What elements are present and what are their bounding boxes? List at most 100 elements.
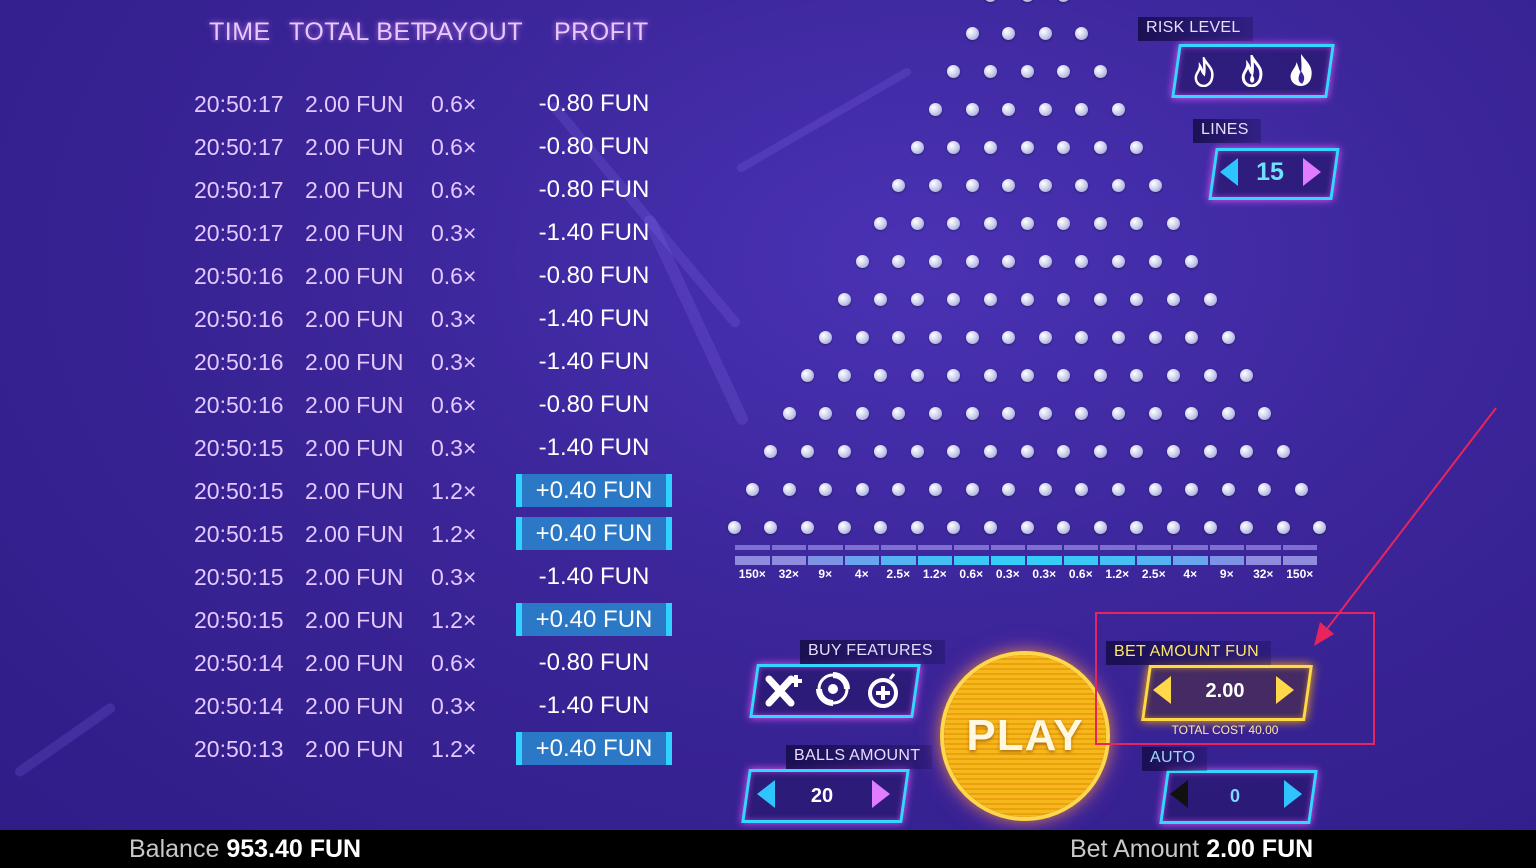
peg (892, 178, 906, 192)
peg (1240, 520, 1254, 534)
annotation-arrow-icon (1314, 407, 1497, 646)
peg (1002, 254, 1016, 268)
flame-high-icon[interactable] (1285, 52, 1317, 93)
flame-medium-icon[interactable] (1237, 51, 1267, 92)
footer-bet-value: 2.00 FUN (1206, 835, 1314, 863)
peg (1093, 520, 1107, 534)
peg (910, 444, 924, 458)
peg (1038, 26, 1052, 40)
lines-increase-button[interactable] (1303, 158, 1321, 186)
peg (910, 140, 924, 154)
peg (1166, 444, 1180, 458)
play-label: PLAY (966, 711, 1084, 760)
peg (1093, 444, 1107, 458)
peg (1038, 406, 1052, 420)
history-time: 20:50:15 (194, 564, 284, 590)
multiplier-bucket: 0.3× (1027, 545, 1062, 581)
peg (1057, 0, 1071, 2)
peg (1038, 178, 1052, 192)
bucket-top (1100, 545, 1135, 550)
peg (1221, 482, 1235, 496)
balance-label: Balance (129, 835, 220, 863)
history-time: 20:50:15 (194, 435, 284, 461)
peg (1038, 482, 1052, 496)
peg (1038, 254, 1052, 268)
lines-decrease-button[interactable] (1220, 158, 1238, 186)
peg (1002, 482, 1016, 496)
multiplier-bucket: 1.2× (917, 545, 952, 581)
peg (1166, 292, 1180, 306)
history-row: 20:50:16 2.00 FUN 0.3× -1.40 FUN (0, 343, 700, 386)
bucket-bar (1100, 556, 1135, 565)
peg (1221, 330, 1235, 344)
peg (855, 254, 869, 268)
history-bet: 2.00 FUN (305, 521, 404, 547)
history-profit: -0.80 FUN (538, 90, 650, 117)
auto-decrease-button[interactable] (1170, 780, 1188, 808)
peg (929, 482, 942, 496)
peg (1148, 254, 1162, 268)
history-payout: 0.3× (431, 220, 477, 246)
history-bet: 2.00 FUN (305, 263, 404, 289)
history-time: 20:50:14 (194, 650, 284, 676)
history-profit: -1.40 FUN (538, 348, 650, 375)
peg (1093, 368, 1107, 382)
history-time: 20:50:16 (194, 263, 284, 289)
bucket-top (1027, 545, 1062, 550)
flame-low-icon[interactable] (1190, 54, 1218, 92)
peg (983, 140, 997, 154)
history-payout: 0.6× (431, 392, 477, 418)
peg (764, 520, 778, 534)
bomb-feature-icon[interactable] (866, 671, 902, 714)
history-time: 20:50:16 (194, 306, 284, 332)
peg (1112, 406, 1125, 420)
history-time: 20:50:15 (194, 607, 284, 633)
balls-increase-button[interactable] (872, 780, 890, 808)
peg (1020, 520, 1034, 534)
history-payout: 0.6× (431, 650, 477, 676)
history-time: 20:50:14 (194, 693, 284, 719)
peg (1112, 482, 1125, 496)
peg (1020, 292, 1034, 306)
bucket-top (808, 545, 843, 550)
history-row: 20:50:15 2.00 FUN 0.3× -1.40 FUN (0, 429, 700, 472)
history-payout: 1.2× (431, 607, 477, 633)
bucket-bar (954, 556, 989, 565)
peg (819, 330, 833, 344)
auto-increase-button[interactable] (1284, 780, 1302, 808)
peg (1166, 520, 1180, 534)
peg (1020, 140, 1034, 154)
peg (1057, 216, 1071, 230)
history-bet: 2.00 FUN (305, 306, 404, 332)
spin-feature-icon[interactable] (815, 671, 851, 712)
peg (782, 482, 796, 496)
history-profit: +0.40 FUN (516, 517, 672, 550)
multiplier-feature-icon[interactable] (765, 673, 803, 712)
history-row: 20:50:16 2.00 FUN 0.6× -0.80 FUN (0, 386, 700, 429)
peg (1185, 406, 1199, 420)
bucket-top (917, 545, 952, 550)
peg (1148, 482, 1162, 496)
history-row: 20:50:14 2.00 FUN 0.6× -0.80 FUN (0, 644, 700, 687)
peg (1148, 330, 1162, 344)
history-payout: 0.6× (431, 134, 477, 160)
peg (1057, 140, 1071, 154)
multiplier-bucket: 2.5× (1136, 545, 1171, 581)
bucket-bar (1063, 556, 1098, 565)
balls-decrease-button[interactable] (757, 780, 775, 808)
history-time: 20:50:16 (194, 392, 284, 418)
history-profit: -1.40 FUN (538, 305, 650, 332)
peg (983, 216, 997, 230)
peg (1185, 330, 1199, 344)
history-header: TIME TOTAL BET PAYOUT PROFIT (0, 18, 700, 48)
peg (1185, 254, 1199, 268)
peg (1020, 368, 1034, 382)
peg (947, 140, 961, 154)
history-row: 20:50:17 2.00 FUN 0.6× -0.80 FUN (0, 171, 700, 214)
history-profit: -1.40 FUN (538, 563, 650, 590)
peg (965, 102, 979, 116)
history-bet: 2.00 FUN (305, 177, 404, 203)
history-payout: 0.3× (431, 306, 477, 332)
history-payout: 0.6× (431, 91, 477, 117)
play-button[interactable]: PLAY (944, 655, 1106, 817)
